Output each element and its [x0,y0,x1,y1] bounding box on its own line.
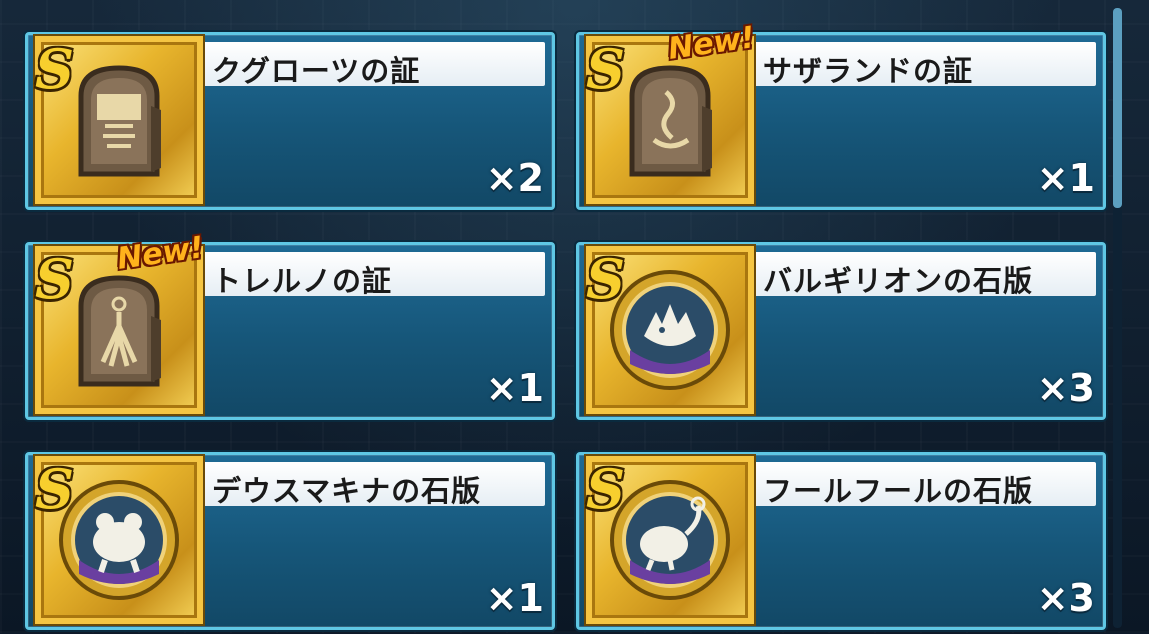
rank-badge: S [586,247,625,311]
scroll-thumb[interactable] [1113,8,1122,208]
stone-tablet-icon [78,275,161,387]
item-count: ×3 [1036,576,1095,620]
stone-medallion-icon [610,270,730,390]
item-name: クグローツの証 [212,54,421,88]
item-count: ×1 [1036,156,1095,200]
item-name: フールフールの石版 [763,474,1034,508]
item-card[interactable]: デウスマキナの石版 ×1 S [25,446,562,634]
item-name: デウスマキナの石版 [212,474,482,508]
rank-badge: S [35,37,74,101]
item-name: サザランドの証 [763,54,974,88]
stone-medallion-icon [610,480,730,600]
rank-badge: S [35,247,74,311]
item-card[interactable]: クグローツの証 ×2 S [25,26,562,214]
stone-tablet-icon [629,65,712,177]
item-count: ×2 [485,156,544,200]
item-name: トレルノの証 [212,264,393,298]
item-card[interactable]: トレルノの証 ×1 S New! [25,230,562,424]
item-card[interactable]: フールフールの石版 ×3 S [576,446,1113,634]
item-count: ×1 [485,576,544,620]
item-name: バルギリオンの石版 [763,264,1034,298]
item-card[interactable]: サザランドの証 ×1 S New! [576,20,1113,214]
scrollbar[interactable] [1113,8,1122,628]
item-count: ×3 [1036,366,1095,410]
stone-medallion-icon [59,480,179,600]
item-grid: クグローツの証 ×2 S サザランドの証 ×1 S New! トレルノの証 ×1… [25,20,1113,634]
item-card[interactable]: バルギリオンの石版 ×3 S [576,236,1113,424]
rank-badge: S [35,457,74,521]
stone-tablet-icon [78,65,161,177]
item-count: ×1 [485,366,544,410]
rank-badge: S [586,457,625,521]
rank-badge: S [586,37,625,101]
